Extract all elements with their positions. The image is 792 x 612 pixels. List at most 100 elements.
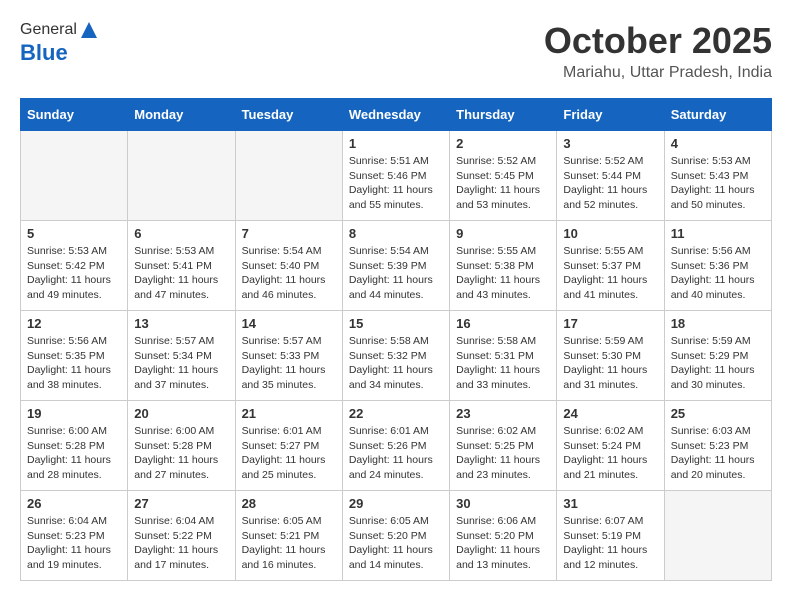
calendar-cell: 30 Sunrise: 6:06 AM Sunset: 5:20 PM Dayli… (450, 491, 557, 581)
calendar-cell: 7 Sunrise: 5:54 AM Sunset: 5:40 PM Daylig… (235, 221, 342, 311)
day-number: 2 (456, 136, 550, 151)
day-info: Sunrise: 5:52 AM Sunset: 5:44 PM Dayligh… (563, 154, 657, 213)
day-info: Sunrise: 5:55 AM Sunset: 5:38 PM Dayligh… (456, 244, 550, 303)
day-number: 7 (242, 226, 336, 241)
logo-icon (79, 20, 99, 40)
calendar-cell: 28Sunrise: 6:05 AM Sunset: 5:21 PM Dayli… (235, 491, 342, 581)
day-number: 30 (456, 496, 550, 511)
calendar-cell: 6 Sunrise: 5:53 AM Sunset: 5:41 PM Daylig… (128, 221, 235, 311)
weekday-header: Saturday (664, 99, 771, 131)
day-info: Sunrise: 6:03 AM Sunset: 5:23 PM Dayligh… (671, 424, 765, 483)
day-info: Sunrise: 6:01 AM Sunset: 5:26 PM Dayligh… (349, 424, 443, 483)
day-number: 6 (134, 226, 228, 241)
day-info: Sunrise: 5:54 AM Sunset: 5:39 PM Dayligh… (349, 244, 443, 303)
calendar-week-row: 26 Sunrise: 6:04 AM Sunset: 5:23 PM Dayli… (21, 491, 772, 581)
calendar-cell: 1Sunrise: 5:51 AM Sunset: 5:46 PM Daylig… (342, 131, 449, 221)
calendar-cell: 15Sunrise: 5:58 AM Sunset: 5:32 PM Dayli… (342, 311, 449, 401)
title-area: October 2025 Mariahu, Uttar Pradesh, Ind… (544, 20, 772, 82)
day-number: 20 (134, 406, 228, 421)
day-info: Sunrise: 5:56 AM Sunset: 5:35 PM Dayligh… (27, 334, 121, 393)
day-info: Sunrise: 5:56 AM Sunset: 5:36 PM Dayligh… (671, 244, 765, 303)
calendar-cell: 25 Sunrise: 6:03 AM Sunset: 5:23 PM Dayli… (664, 401, 771, 491)
day-number: 12 (27, 316, 121, 331)
day-number: 10 (563, 226, 657, 241)
calendar-cell: 4Sunrise: 5:53 AM Sunset: 5:43 PM Daylig… (664, 131, 771, 221)
calendar-header-row: SundayMondayTuesdayWednesdayThursdayFrid… (21, 99, 772, 131)
location-title: Mariahu, Uttar Pradesh, India (544, 64, 772, 82)
calendar-cell: 24 Sunrise: 6:02 AM Sunset: 5:24 PM Dayli… (557, 401, 664, 491)
logo-general-text: General (20, 21, 77, 39)
calendar-week-row: 12 Sunrise: 5:56 AM Sunset: 5:35 PM Dayli… (21, 311, 772, 401)
day-number: 24 (563, 406, 657, 421)
logo: General Blue (20, 20, 99, 66)
day-number: 25 (671, 406, 765, 421)
calendar-week-row: 19 Sunrise: 6:00 AM Sunset: 5:28 PM Dayli… (21, 401, 772, 491)
weekday-header: Wednesday (342, 99, 449, 131)
day-info: Sunrise: 5:52 AM Sunset: 5:45 PM Dayligh… (456, 154, 550, 213)
day-info: Sunrise: 6:07 AM Sunset: 5:19 PM Dayligh… (563, 514, 657, 573)
calendar-cell: 9 Sunrise: 5:55 AM Sunset: 5:38 PM Daylig… (450, 221, 557, 311)
calendar-cell: 5 Sunrise: 5:53 AM Sunset: 5:42 PM Daylig… (21, 221, 128, 311)
day-number: 14 (242, 316, 336, 331)
calendar-cell: 17 Sunrise: 5:59 AM Sunset: 5:30 PM Dayli… (557, 311, 664, 401)
month-title: October 2025 (544, 20, 772, 62)
day-number: 3 (563, 136, 657, 151)
calendar-cell: 3 Sunrise: 5:52 AM Sunset: 5:44 PM Daylig… (557, 131, 664, 221)
calendar-cell: 2 Sunrise: 5:52 AM Sunset: 5:45 PM Daylig… (450, 131, 557, 221)
day-number: 11 (671, 226, 765, 241)
day-info: Sunrise: 5:58 AM Sunset: 5:31 PM Dayligh… (456, 334, 550, 393)
day-info: Sunrise: 5:59 AM Sunset: 5:29 PM Dayligh… (671, 334, 765, 393)
day-info: Sunrise: 5:57 AM Sunset: 5:34 PM Dayligh… (134, 334, 228, 393)
day-number: 18 (671, 316, 765, 331)
calendar-week-row: 1Sunrise: 5:51 AM Sunset: 5:46 PM Daylig… (21, 131, 772, 221)
calendar-cell: 20 Sunrise: 6:00 AM Sunset: 5:28 PM Dayli… (128, 401, 235, 491)
calendar-cell: 14 Sunrise: 5:57 AM Sunset: 5:33 PM Dayli… (235, 311, 342, 401)
calendar-cell: 11 Sunrise: 5:56 AM Sunset: 5:36 PM Dayli… (664, 221, 771, 311)
day-info: Sunrise: 5:57 AM Sunset: 5:33 PM Dayligh… (242, 334, 336, 393)
day-info: Sunrise: 6:02 AM Sunset: 5:24 PM Dayligh… (563, 424, 657, 483)
day-number: 17 (563, 316, 657, 331)
day-number: 26 (27, 496, 121, 511)
calendar-cell: 29Sunrise: 6:05 AM Sunset: 5:20 PM Dayli… (342, 491, 449, 581)
weekday-header: Tuesday (235, 99, 342, 131)
day-info: Sunrise: 5:53 AM Sunset: 5:43 PM Dayligh… (671, 154, 765, 213)
day-number: 8 (349, 226, 443, 241)
calendar-cell (21, 131, 128, 221)
day-info: Sunrise: 5:53 AM Sunset: 5:42 PM Dayligh… (27, 244, 121, 303)
calendar-cell: 10 Sunrise: 5:55 AM Sunset: 5:37 PM Dayli… (557, 221, 664, 311)
day-info: Sunrise: 6:04 AM Sunset: 5:23 PM Dayligh… (27, 514, 121, 573)
weekday-header: Sunday (21, 99, 128, 131)
day-info: Sunrise: 6:01 AM Sunset: 5:27 PM Dayligh… (242, 424, 336, 483)
day-number: 5 (27, 226, 121, 241)
calendar-cell: 22Sunrise: 6:01 AM Sunset: 5:26 PM Dayli… (342, 401, 449, 491)
day-info: Sunrise: 6:06 AM Sunset: 5:20 PM Dayligh… (456, 514, 550, 573)
calendar-cell: 12 Sunrise: 5:56 AM Sunset: 5:35 PM Dayli… (21, 311, 128, 401)
calendar-cell: 13Sunrise: 5:57 AM Sunset: 5:34 PM Dayli… (128, 311, 235, 401)
day-info: Sunrise: 6:00 AM Sunset: 5:28 PM Dayligh… (134, 424, 228, 483)
day-number: 29 (349, 496, 443, 511)
day-number: 31 (563, 496, 657, 511)
weekday-header: Friday (557, 99, 664, 131)
calendar-cell: 31 Sunrise: 6:07 AM Sunset: 5:19 PM Dayli… (557, 491, 664, 581)
page-header: General Blue October 2025 Mariahu, Uttar… (20, 20, 772, 82)
calendar-cell: 21Sunrise: 6:01 AM Sunset: 5:27 PM Dayli… (235, 401, 342, 491)
day-number: 23 (456, 406, 550, 421)
day-info: Sunrise: 5:53 AM Sunset: 5:41 PM Dayligh… (134, 244, 228, 303)
day-number: 19 (27, 406, 121, 421)
day-info: Sunrise: 5:55 AM Sunset: 5:37 PM Dayligh… (563, 244, 657, 303)
day-info: Sunrise: 6:05 AM Sunset: 5:21 PM Dayligh… (242, 514, 336, 573)
calendar-cell: 26 Sunrise: 6:04 AM Sunset: 5:23 PM Dayli… (21, 491, 128, 581)
calendar-cell: 23 Sunrise: 6:02 AM Sunset: 5:25 PM Dayli… (450, 401, 557, 491)
calendar-cell: 19Sunrise: 6:00 AM Sunset: 5:28 PM Dayli… (21, 401, 128, 491)
day-info: Sunrise: 6:02 AM Sunset: 5:25 PM Dayligh… (456, 424, 550, 483)
day-number: 16 (456, 316, 550, 331)
day-number: 15 (349, 316, 443, 331)
day-number: 1 (349, 136, 443, 151)
calendar-cell: 27Sunrise: 6:04 AM Sunset: 5:22 PM Dayli… (128, 491, 235, 581)
day-info: Sunrise: 5:59 AM Sunset: 5:30 PM Dayligh… (563, 334, 657, 393)
day-number: 9 (456, 226, 550, 241)
weekday-header: Thursday (450, 99, 557, 131)
calendar-cell: 8 Sunrise: 5:54 AM Sunset: 5:39 PM Daylig… (342, 221, 449, 311)
day-info: Sunrise: 5:54 AM Sunset: 5:40 PM Dayligh… (242, 244, 336, 303)
day-info: Sunrise: 6:04 AM Sunset: 5:22 PM Dayligh… (134, 514, 228, 573)
